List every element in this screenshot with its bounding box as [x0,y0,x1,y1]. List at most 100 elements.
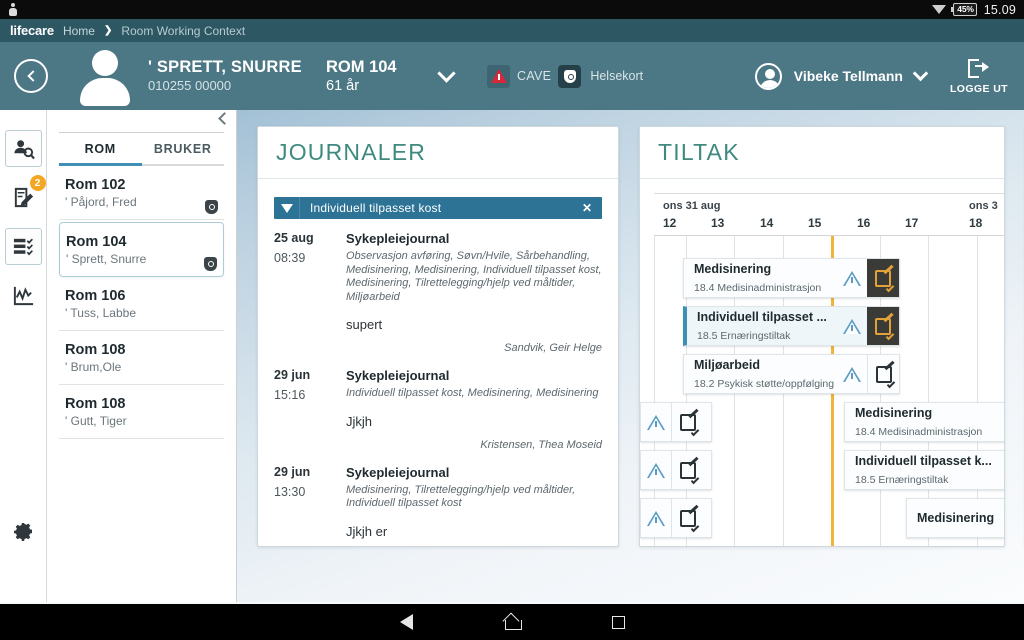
entry-type: Sykepleiejournal [346,368,450,383]
status-bar-left [8,3,932,16]
status-bar-clock: 15.09 [983,2,1016,17]
tiltak-timeline[interactable]: ons 31 aug ons 3 12 13 14 15 16 17 18 Me… [640,193,1004,546]
room-list: Rom 102 ' Påjord, Fred Rom 104 ' Sprett,… [47,166,236,439]
patient-national-id: 010255 00000 [148,78,232,93]
task-subtitle: 18.2 Psykisk støtte/oppfølging [694,378,835,390]
vitals-chart-icon[interactable] [5,277,42,314]
warning-triangle-outline-icon[interactable] [641,451,671,489]
android-status-bar: 45% 15.09 [0,0,1024,19]
close-icon[interactable]: ✕ [582,201,602,215]
warning-triangle-outline-icon[interactable] [641,403,671,441]
collapse-left-icon[interactable] [218,112,231,125]
tab-rom[interactable]: ROM [59,133,142,166]
timeline-task[interactable]: Miljøarbeid 18.2 Psykisk støtte/oppfølgi… [683,354,900,394]
timeline-task[interactable]: Medisinering 18.4 Medisinadministrasjon [683,258,900,298]
entry-note: Jjkjh [346,413,373,429]
note-edit-icon[interactable]: 2 [5,175,46,216]
task-list-icon[interactable] [4,228,42,265]
journaler-card: JOURNALER Individuell tilpasset kost ✕ 2… [257,126,619,547]
android-home-icon[interactable] [504,615,522,630]
patient-name: ' SPRETT, SNURRE [148,58,302,76]
android-recents-icon[interactable] [611,615,625,629]
room-patient: ' Gutt, Tiger [65,414,127,428]
entry-note: Jjkjh er [346,523,388,539]
list-item[interactable]: Rom 106 ' Tuss, Labbe [59,277,224,331]
document-edit-check-icon[interactable] [867,307,899,345]
patient-search-icon[interactable] [4,130,42,167]
list-item[interactable]: Rom 108 ' Brum,Ole [59,331,224,385]
chevron-down-icon[interactable] [912,65,929,82]
app-brand-logo[interactable]: lifecare [10,23,54,38]
entry-author: Sandvik, Geir Helge [504,342,602,354]
document-edit-check-icon[interactable] [671,451,703,489]
timeline-task-stub[interactable] [640,498,712,538]
task-text: Medisinering [907,509,1004,527]
journal-entry[interactable]: 25 aug 08:39 Sykepleiejournal Observasjo… [258,219,618,356]
patient-header: ' SPRETT, SNURRE 010255 00000 ROM 104 61… [0,42,1024,110]
breadcrumb-current: Room Working Context [121,23,246,38]
app-body: 2 ROM BRUKER Rom 102 ' Påjord, Fred Rom … [0,110,1024,602]
timeline-header: ons 31 aug ons 3 12 13 14 15 16 17 18 [654,193,1004,235]
task-name: Medisinering [917,511,995,525]
chevron-right-icon: ❯ [103,25,113,36]
entry-tags: Observasjon avføring, Søvn/Hvile, Sårbeh… [346,250,602,303]
list-item[interactable]: Rom 102 ' Påjord, Fred [59,166,224,220]
entry-timestamp: 25 aug 08:39 [274,229,346,354]
journaler-card-body: Individuell tilpasset kost ✕ 25 aug 08:3… [258,179,618,546]
patient-room: ROM 104 [326,57,397,76]
warning-triangle-outline-icon[interactable] [837,366,867,382]
document-edit-check-icon[interactable] [671,403,703,441]
tab-bruker[interactable]: BRUKER [141,133,224,166]
timeline-task-stub[interactable] [640,402,712,442]
page-title: JOURNALER [276,139,427,165]
logout-button[interactable]: LOGGE UT [950,58,1008,95]
room-patient: ' Brum,Ole [65,360,122,374]
timeline-task[interactable]: Individuell tilpasset k... 18.5 Ernæring… [844,450,1004,490]
entry-time: 13:30 [274,484,306,499]
active-filter-chip[interactable]: Individuell tilpasset kost ✕ [274,197,602,219]
patient-alert-group: CAVE Helsekort [487,64,643,88]
journal-entry[interactable]: 29 jun 13:30 Sykepleiejournal Medisineri… [258,453,618,547]
entry-date: 29 jun [274,368,311,382]
task-name: Medisinering [694,262,772,276]
patient-expand-button[interactable] [437,63,456,83]
warning-triangle-outline-icon[interactable] [837,270,867,286]
list-item[interactable]: Rom 108 ' Gutt, Tiger [59,385,224,439]
entry-timestamp: 29 jun 13:30 [274,463,346,547]
journal-entry[interactable]: 29 jun 15:16 Sykepleiejournal Individuel… [258,356,618,453]
android-back-icon[interactable] [399,614,413,630]
journaler-card-header: JOURNALER [258,127,618,179]
room-number: Rom 106 [65,288,126,304]
helsekort-button[interactable] [558,64,582,88]
entry-author: Kristensen, Thea Moseid [480,438,602,451]
task-name: Individuell tilpasset ... [697,310,827,324]
back-chevron-icon [26,70,39,82]
breadcrumb-home-link[interactable]: Home [63,24,95,38]
document-edit-check-icon[interactable] [867,355,899,393]
cave-warning-button[interactable] [487,64,510,88]
gear-icon[interactable] [5,513,42,550]
logged-in-user-name[interactable]: Vibeke Tellmann [794,68,903,84]
timeline-day-label: ons 3 [969,200,998,212]
entry-type: Sykepleiejournal [346,231,450,246]
cards-area: JOURNALER Individuell tilpasset kost ✕ 2… [237,110,1024,602]
timeline-hour-tick: 16 [857,216,871,230]
timeline-hour-tick: 12 [663,216,677,230]
patient-age: 61 år [326,77,360,94]
wifi-icon [932,4,947,15]
warning-triangle-outline-icon[interactable] [641,499,671,537]
status-bar-right: 45% 15.09 [932,3,1016,17]
timeline-task[interactable]: Individuell tilpasset ... 18.5 Ernærings… [683,306,900,346]
timeline-task[interactable]: Medisinering [906,498,1004,538]
list-item[interactable]: Rom 104 ' Sprett, Snurre [59,222,224,277]
warning-triangle-outline-icon[interactable] [837,318,867,334]
room-number: Rom 108 [65,396,126,412]
breadcrumb: lifecare Home ❯ Room Working Context [0,19,1024,42]
timeline-task-stub[interactable] [640,450,712,490]
room-list-panel: ROM BRUKER Rom 102 ' Påjord, Fred Rom 10… [47,110,237,602]
task-text: Individuell tilpasset ... 18.5 Ernærings… [687,308,837,344]
document-edit-check-icon[interactable] [867,259,899,297]
back-button[interactable] [14,59,48,93]
timeline-task[interactable]: Medisinering 18.4 Medisinadministrasjon [844,402,1004,442]
document-edit-check-icon[interactable] [671,499,703,537]
